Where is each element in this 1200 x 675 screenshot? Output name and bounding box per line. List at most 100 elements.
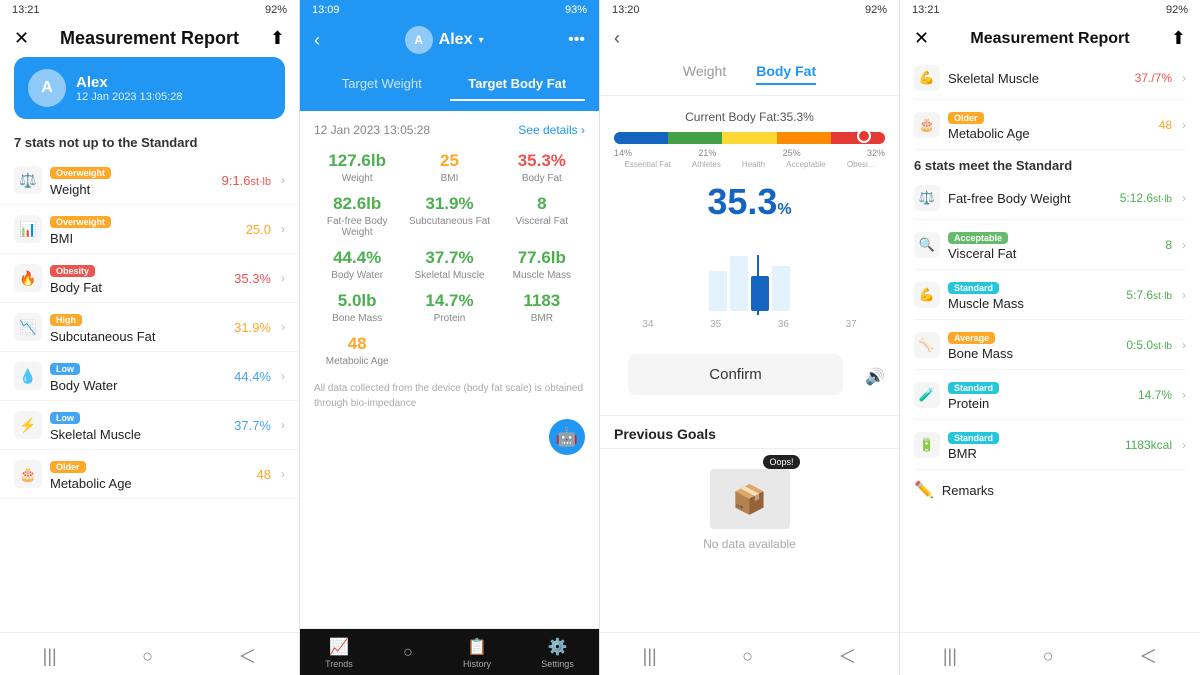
metric-label: Body Fat xyxy=(499,173,585,184)
battery-4: 92% xyxy=(1166,4,1188,16)
metric-musclemass: 77.6lb Muscle Mass xyxy=(499,248,585,281)
empty-state-3: 📦 Oops! No data available xyxy=(600,449,899,571)
list-item[interactable]: 🔍 Acceptable Visceral Fat 8 › xyxy=(914,220,1186,270)
back-icon-3[interactable]: ‹ xyxy=(614,28,620,49)
nav-back-icon-3[interactable]: ＜ xyxy=(838,643,856,669)
metrics-grid-2: 127.6lb Weight 25 BMI 35.3% Body Fat 82.… xyxy=(314,151,585,367)
list-item[interactable]: ⚖️ Fat-free Body Weight 5:12.6st·lb › xyxy=(914,177,1186,220)
share-icon[interactable]: ⬆ xyxy=(270,28,285,49)
see-details-link[interactable]: See details › xyxy=(518,123,585,137)
bot-icon[interactable]: 🤖 xyxy=(549,419,585,455)
list-item[interactable]: 🧪 Standard Protein 14.7% › xyxy=(914,370,1186,420)
metric-label: Weight xyxy=(314,173,400,184)
indicator-dot xyxy=(857,129,871,143)
metric-bodyfat: 35.3% Body Fat xyxy=(499,151,585,184)
nav-trends[interactable]: 📈 Trends xyxy=(325,637,353,669)
axis-37: 37 xyxy=(846,319,857,330)
metabolicage-icon: 🎂 xyxy=(14,460,42,488)
back-icon-2[interactable]: ‹ xyxy=(314,30,320,51)
stat-value-4: 8 xyxy=(1165,238,1172,252)
chevron-down-icon: ▾ xyxy=(478,35,483,46)
metric-label: Protein xyxy=(406,313,492,324)
time-2: 13:09 xyxy=(312,4,340,16)
chevron-right-icon: › xyxy=(281,173,285,187)
nav-home-icon-4[interactable]: ○ xyxy=(1043,646,1054,667)
nav-back-icon-4[interactable]: ＜ xyxy=(1139,643,1157,669)
list-item[interactable]: 🔥 Obesity Body Fat 35.3% › xyxy=(0,254,299,303)
metric-value: 8 xyxy=(499,194,585,214)
status-bar-1: 13:21 92% xyxy=(0,0,299,20)
close-icon[interactable]: ✕ xyxy=(14,28,29,49)
confirm-button[interactable]: Confirm xyxy=(628,354,843,395)
list-item[interactable]: ⚡ Low Skeletal Muscle 37.7% › xyxy=(0,401,299,450)
tab-weight[interactable]: Weight xyxy=(683,63,726,85)
tab-bodyfat[interactable]: Body Fat xyxy=(756,63,816,85)
panel-goal-setting: 13:09 93% ‹ A Alex ▾ ••• Target Weight T… xyxy=(300,0,600,675)
scale-sublabels: Essential Fat Athletes Health Acceptable… xyxy=(614,160,885,169)
chevron-right-icon-4: › xyxy=(1182,288,1186,302)
remarks-row[interactable]: ✏️ Remarks xyxy=(914,470,1186,510)
nav-home-2[interactable]: ○ xyxy=(403,644,413,662)
more-icon[interactable]: ••• xyxy=(568,31,585,49)
stat-info-4: Standard Protein xyxy=(948,378,1130,411)
avatar-2: A xyxy=(405,26,433,54)
nav-menu-icon-4[interactable]: ||| xyxy=(943,646,957,667)
big-unit-3: % xyxy=(777,201,791,218)
sublabel-athletes: Athletes xyxy=(692,160,721,169)
stat-value-4: 37./7% xyxy=(1135,71,1172,85)
chevron-right-icon-4: › xyxy=(1182,388,1186,402)
nav-menu-icon-3[interactable]: ||| xyxy=(643,646,657,667)
status-bar-2: 13:09 93% xyxy=(300,0,599,20)
time-4: 13:21 xyxy=(912,4,940,16)
content-4: 💪 Skeletal Muscle 37./7% › 🎂 Older Metab… xyxy=(900,57,1200,632)
list-item[interactable]: 📉 High Subcutaneous Fat 31.9% › xyxy=(0,303,299,352)
stat-label-4: Metabolic Age xyxy=(948,126,1151,141)
nav-home-icon[interactable]: ○ xyxy=(142,646,153,667)
section-title-1: 7 stats not up to the Standard xyxy=(0,129,299,156)
list-item[interactable]: 🎂 Older Metabolic Age 48 › xyxy=(914,100,1186,150)
tab-target-bodyfat[interactable]: Target Body Fat xyxy=(450,68,586,101)
nav-history[interactable]: 📋 History xyxy=(463,637,491,669)
tab-bar-2: Target Weight Target Body Fat xyxy=(300,68,599,111)
sound-icon[interactable]: 🔊 xyxy=(865,367,885,387)
badge-older-4: Older xyxy=(948,112,984,124)
list-item[interactable]: ⚖️ Overweight Weight 9:1.6st·lb › xyxy=(0,156,299,205)
metric-ffbw: 82.6lb Fat-free Body Weight xyxy=(314,194,400,238)
panel-bodyfat-chart: 13:20 92% ‹ Weight Body Fat Current Body… xyxy=(600,0,900,675)
chart-area-3: Current Body Fat:35.3% 14% 21% 25% 32% E… xyxy=(600,96,899,354)
settings-label: Settings xyxy=(541,659,574,669)
scale-labels: 14% 21% 25% 32% xyxy=(614,148,885,158)
list-item[interactable]: 💧 Low Body Water 44.4% › xyxy=(0,352,299,401)
close-icon-4[interactable]: ✕ xyxy=(914,28,929,49)
needle-line xyxy=(757,255,759,315)
user-name-1: Alex xyxy=(76,74,182,91)
stat-value-4: 0:5.0st·lb xyxy=(1126,338,1172,352)
prev-goals-title: Previous Goals xyxy=(600,415,899,448)
nav-home-icon-3[interactable]: ○ xyxy=(742,646,753,667)
bar-1 xyxy=(709,271,727,311)
list-item[interactable]: 💪 Skeletal Muscle 37./7% › xyxy=(914,57,1186,100)
list-item[interactable]: 🎂 Older Metabolic Age 48 › xyxy=(0,450,299,499)
nav-bar-3: ||| ○ ＜ xyxy=(600,632,899,675)
tab-target-weight[interactable]: Target Weight xyxy=(314,68,450,101)
stat-value: 31.9% xyxy=(234,320,271,335)
stat-value-4: 14.7% xyxy=(1138,388,1172,402)
list-item[interactable]: 💪 Standard Muscle Mass 5:7.6st·lb › xyxy=(914,270,1186,320)
share-icon-4[interactable]: ⬆ xyxy=(1171,28,1186,49)
header-4: ✕ Measurement Report ⬆ xyxy=(900,20,1200,57)
list-item[interactable]: 🔋 Standard BMR 1183kcal › xyxy=(914,420,1186,470)
nav-back-icon[interactable]: ＜ xyxy=(238,643,256,669)
bar-4 xyxy=(772,266,790,311)
metric-weight: 127.6lb Weight xyxy=(314,151,400,184)
battery-3: 92% xyxy=(865,4,887,16)
stat-value: 48 xyxy=(257,467,271,482)
metric-value: 48 xyxy=(314,334,400,354)
list-item[interactable]: 📊 Overweight BMI 25.0 › xyxy=(0,205,299,254)
list-item[interactable]: 🦴 Average Bone Mass 0:5.0st·lb › xyxy=(914,320,1186,370)
nav-settings[interactable]: ⚙️ Settings xyxy=(541,637,574,669)
badge-low: Low xyxy=(50,363,80,375)
protein-icon-4: 🧪 xyxy=(914,382,940,408)
badge-obesity: Obesity xyxy=(50,265,95,277)
nav-menu-icon[interactable]: ||| xyxy=(43,646,57,667)
badge-standard-4: Standard xyxy=(948,382,999,394)
